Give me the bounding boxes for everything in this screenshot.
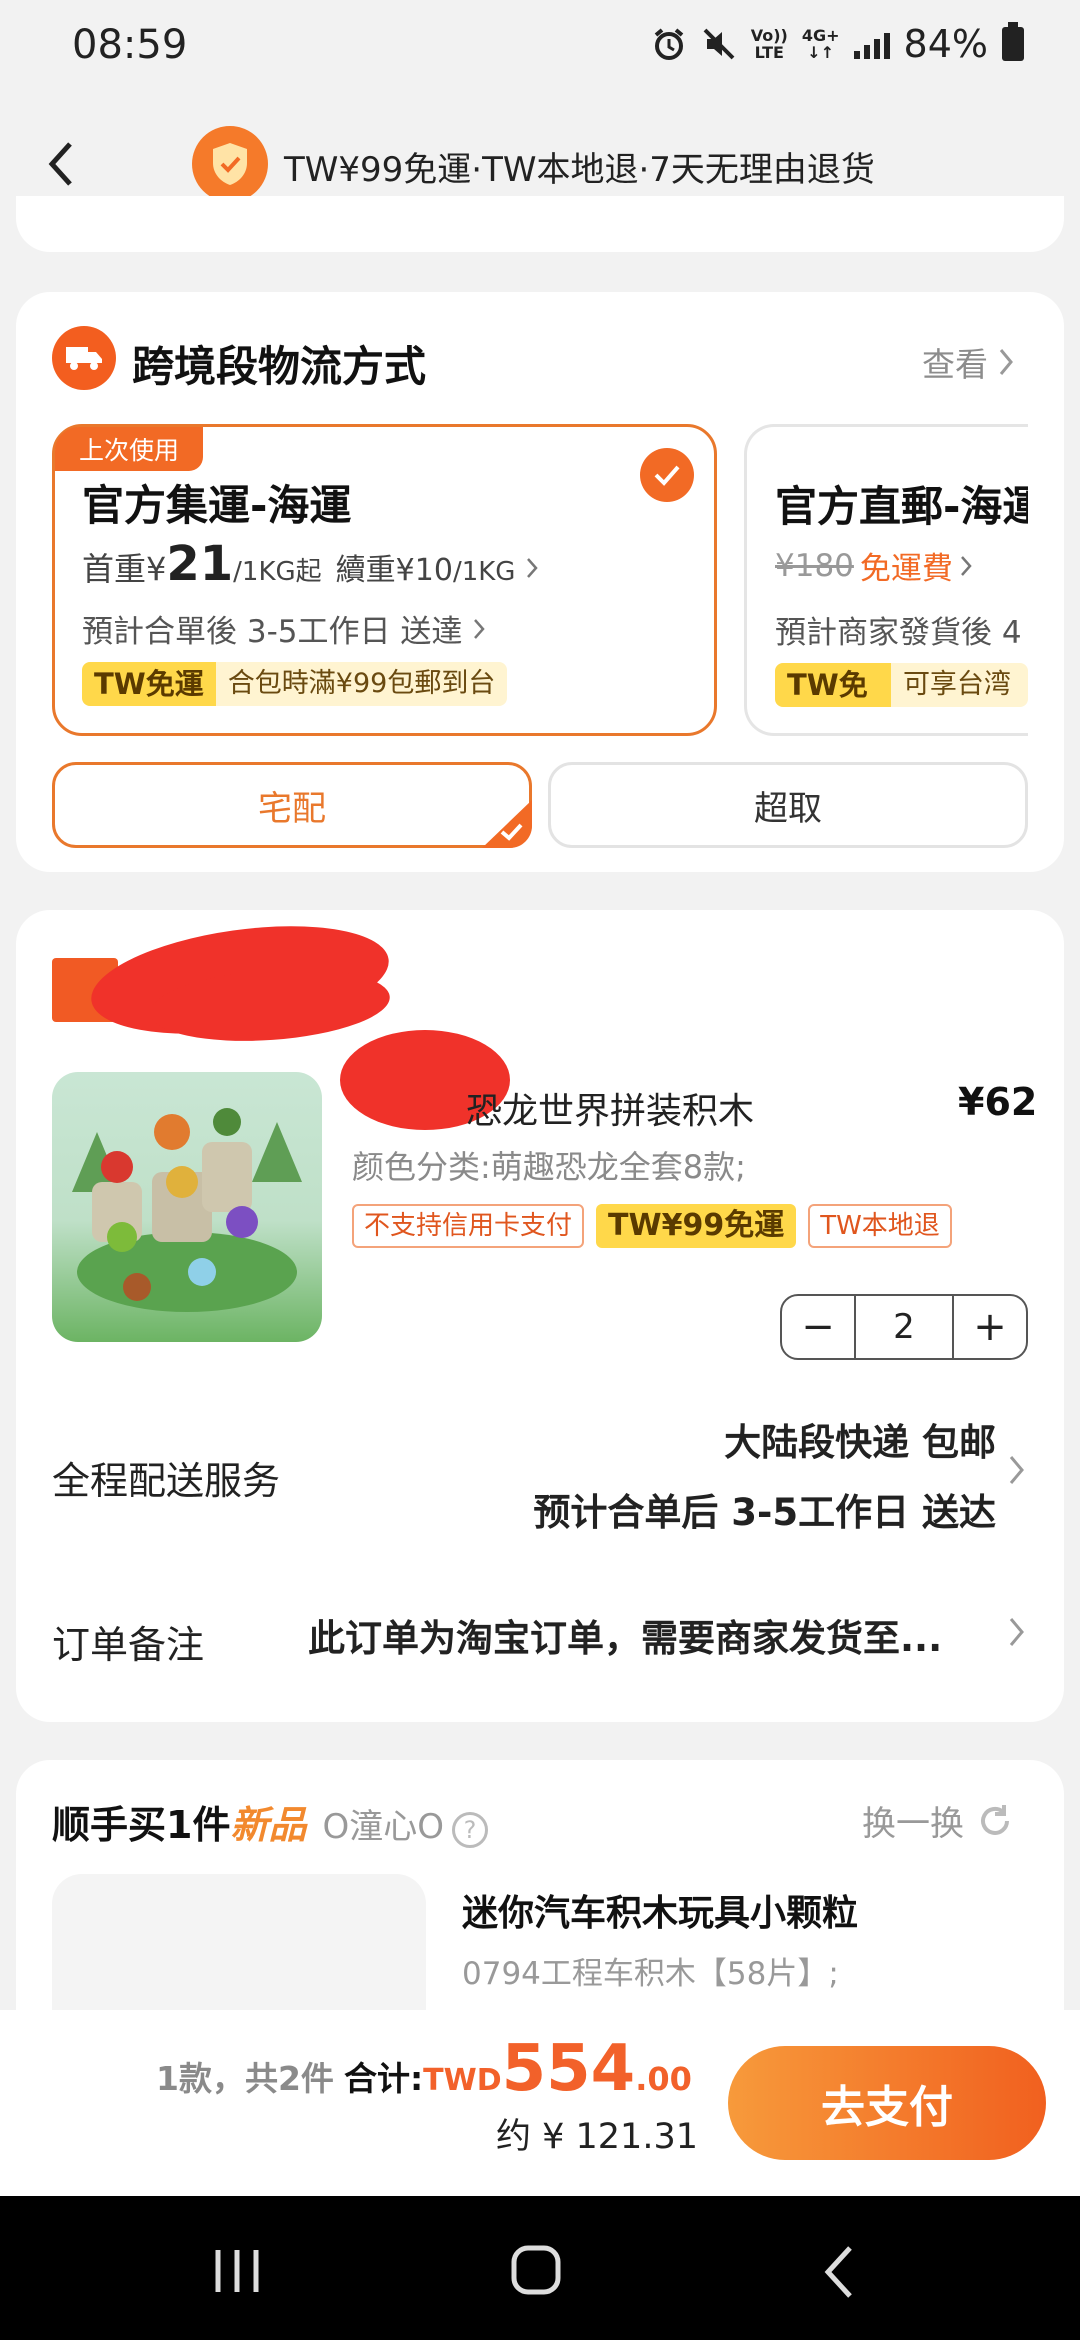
tw-free-shipping-tag: TW¥99免運: [596, 1204, 797, 1248]
continued-weight-unit: /1KG: [452, 557, 516, 587]
home-delivery-label: 宅配: [258, 788, 326, 829]
refresh-icon: [981, 1804, 1009, 1835]
total-amount: 554: [501, 2032, 636, 2106]
addon-item-name: 迷你汽车积木玩具小颗粒: [462, 1893, 859, 1934]
network-indicator: 4G+ ↓↑: [802, 27, 840, 61]
eta-text: 預計合單後 3-5工作日 送達: [82, 614, 463, 650]
addon-subtitle: O潼心O: [322, 1807, 444, 1847]
continued-weight: 續重¥10: [335, 553, 453, 588]
tw-free-detail: 合包時滿¥99包郵到台: [215, 662, 508, 706]
order-note-label: 订单备注: [52, 1623, 205, 1667]
option-price-line: 首重¥ 21 /1KG起 續重¥10 /1KG: [82, 536, 539, 592]
status-time: 08:59: [72, 22, 188, 68]
shipping-service-row[interactable]: 大陆段快递 包邮 预计合单后 3-5工作日 送达: [400, 1408, 996, 1548]
option-eta: 預計合單後 3-5工作日 送達: [82, 606, 486, 651]
delivery-home-button[interactable]: 宅配: [52, 762, 532, 848]
addon-title-new: 新品: [230, 1803, 307, 1847]
volte-top: Vo)): [750, 26, 788, 45]
last-used-badge: 上次使用: [55, 427, 204, 471]
tw-free-label: TW免運: [775, 663, 891, 707]
free-shipping-label: 免運費: [859, 551, 953, 587]
swap-label: 换一换: [862, 1804, 964, 1844]
addon-title-main: 顺手买1件: [52, 1803, 231, 1847]
chevron-right-icon: [474, 618, 486, 639]
option-name: 官方集運-海運: [82, 481, 352, 530]
addon-item-variant: 0794工程车积木【58片】;: [462, 1956, 839, 1992]
product-variant: 颜色分类:萌趣恐龙全套8款;: [352, 1148, 746, 1186]
back-button[interactable]: [36, 128, 86, 200]
quantity-stepper: − 2 +: [780, 1294, 1028, 1360]
network-type: 4G+: [801, 26, 840, 45]
network-arrows: ↓↑: [807, 43, 835, 62]
recent-apps-icon[interactable]: [212, 2248, 262, 2294]
pay-button[interactable]: 去支付: [728, 2046, 1046, 2160]
product-title: 恐龙世界拼装积木: [466, 1082, 754, 1134]
chevron-right-icon: [960, 555, 972, 576]
option-name: 官方直郵-海運: [775, 482, 1028, 531]
chevron-right-icon: [1009, 1456, 1024, 1484]
total-label: 合计:: [343, 2059, 424, 2098]
signal-icon: [853, 29, 890, 59]
logistics-option-direct-sea[interactable]: 官方直郵-海運 ¥180 免運費 預計商家發貨後 4 TW免運 可享台湾满: [744, 424, 1028, 736]
item-count: 1款，共2件: [156, 2059, 334, 2098]
option-eta: 預計商家發貨後 4: [775, 615, 1022, 651]
product-price: ¥62: [958, 1080, 1038, 1124]
pickup-label: 超取: [754, 788, 822, 829]
chevron-right-icon: [999, 349, 1013, 375]
battery-icon: [1002, 22, 1024, 61]
shipping-service-line1: 大陆段快递 包邮: [724, 1421, 996, 1464]
guarantee-shield-icon: [192, 126, 268, 202]
shipping-service-label: 全程配送服务: [52, 1459, 281, 1503]
tw-free-label: TW免運: [82, 662, 216, 706]
original-price: ¥180: [775, 547, 854, 584]
alarm-icon: [654, 28, 684, 60]
chevron-right-icon: [527, 558, 539, 578]
tw-free-detail: 可享台湾满: [890, 663, 1028, 707]
option-price-line: ¥180 免運費: [775, 543, 973, 588]
no-credit-card-tag: 不支持信用卡支付: [352, 1204, 585, 1248]
order-summary: 1款，共2件 合计: TWD 554 .00: [156, 2032, 692, 2106]
first-weight-unit: /1KG起: [233, 557, 322, 587]
product-tags: 不支持信用卡支付 TW¥99免運 TW本地退: [352, 1204, 952, 1248]
addon-title: 顺手买1件 新品 O潼心O ?: [52, 1794, 488, 1849]
selected-check-icon: [640, 448, 694, 502]
increase-button[interactable]: +: [954, 1296, 1026, 1358]
logistics-title: 跨境段物流方式: [132, 342, 427, 391]
shipping-service-line2: 预计合单后 3-5工作日 送达: [533, 1491, 996, 1534]
decrease-button[interactable]: −: [782, 1296, 854, 1358]
total-currency: TWD: [423, 2063, 502, 2098]
first-weight-label: 首重¥: [82, 550, 167, 588]
free-shipping-tag: TW免運 可享台湾满: [775, 663, 1028, 707]
approx-cny: 约 ¥ 121.31: [496, 2117, 698, 2157]
product-name-visible: 恐龙世界拼装积木: [466, 1091, 755, 1132]
delivery-pickup-button[interactable]: 超取: [548, 762, 1028, 848]
back-arrow-icon: [48, 142, 72, 186]
selected-corner-check-icon: [482, 800, 532, 848]
nav-back-icon[interactable]: [822, 2244, 856, 2300]
previous-card-edge: [16, 196, 1064, 252]
truck-icon: [52, 326, 116, 390]
free-shipping-tag: TW免運 合包時滿¥99包郵到台: [82, 662, 508, 706]
status-icons: Vo)) LTE 4G+ ↓↑ 84%: [651, 22, 1024, 66]
home-icon[interactable]: [510, 2244, 562, 2296]
pay-label: 去支付: [821, 2082, 953, 2133]
total-decimal: .00: [635, 2060, 692, 2098]
battery-percent: 84%: [903, 22, 988, 66]
addon-item-image: [52, 1874, 426, 2024]
first-weight-price: 21: [166, 536, 234, 592]
page-title: TW¥99免運·TW本地退·7天无理由退货: [284, 150, 875, 190]
volte-bottom: LTE: [754, 43, 784, 62]
mute-icon: [703, 28, 735, 60]
view-label: 查看: [922, 345, 988, 384]
quantity-value[interactable]: 2: [854, 1296, 954, 1358]
swap-button[interactable]: 换一换: [862, 1796, 1014, 1845]
logistics-view-link[interactable]: 查看: [922, 338, 1014, 386]
help-icon[interactable]: ?: [452, 1812, 488, 1848]
product-image: [52, 1072, 322, 1342]
order-note-value[interactable]: 此订单为淘宝订单，需要商家发货至...: [308, 1608, 998, 1662]
tw-local-return-tag: TW本地退: [808, 1204, 952, 1248]
chevron-right-icon: [1009, 1618, 1024, 1646]
volte-indicator: Vo)) LTE: [751, 27, 788, 61]
